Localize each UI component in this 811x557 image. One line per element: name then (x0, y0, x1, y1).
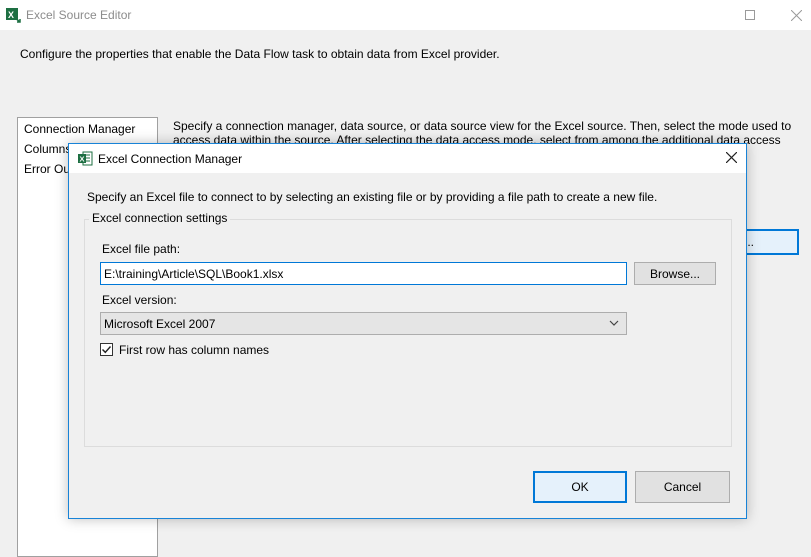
excel-version-select[interactable]: Microsoft Excel 2007 (100, 312, 627, 335)
excel-connection-manager-dialog: X Excel Connection Manager Specify an Ex… (68, 143, 747, 519)
excel-file-path-label: Excel file path: (102, 242, 181, 256)
chevron-down-icon (609, 320, 619, 326)
close-icon (725, 151, 737, 164)
excel-icon: X (78, 151, 93, 166)
svg-text:X: X (80, 155, 85, 164)
excel-source-icon: X (6, 8, 21, 23)
nav-item-connection-manager[interactable]: Connection Manager (24, 122, 135, 136)
dialog-title: Excel Connection Manager (98, 152, 243, 166)
outer-close-button[interactable] (773, 0, 811, 30)
close-icon (790, 9, 802, 21)
svg-text:X: X (8, 10, 14, 20)
dialog-close-button[interactable] (720, 148, 742, 168)
nav-item-columns[interactable]: Columns (24, 142, 71, 156)
group-label: Excel connection settings (89, 211, 231, 225)
ok-button[interactable]: OK (533, 471, 627, 503)
excel-version-value: Microsoft Excel 2007 (104, 317, 216, 331)
dialog-titlebar: X Excel Connection Manager (69, 144, 746, 173)
outer-titlebar: X Excel Source Editor (0, 0, 811, 30)
dialog-instructions: Specify an Excel file to connect to by s… (87, 190, 658, 204)
outer-description: Configure the properties that enable the… (20, 47, 500, 61)
outer-window-title: Excel Source Editor (26, 8, 132, 22)
group-label-text: Excel connection settings (92, 211, 228, 225)
cancel-button[interactable]: Cancel (635, 471, 730, 503)
maximize-button[interactable] (727, 0, 773, 30)
maximize-icon (745, 10, 755, 20)
first-row-column-names-label: First row has column names (119, 343, 270, 357)
checkmark-icon (102, 346, 112, 354)
excel-version-label: Excel version: (102, 293, 177, 307)
excel-file-path-input[interactable] (100, 262, 627, 285)
browse-button[interactable]: Browse... (634, 262, 716, 285)
first-row-column-names-checkbox[interactable] (100, 343, 113, 356)
